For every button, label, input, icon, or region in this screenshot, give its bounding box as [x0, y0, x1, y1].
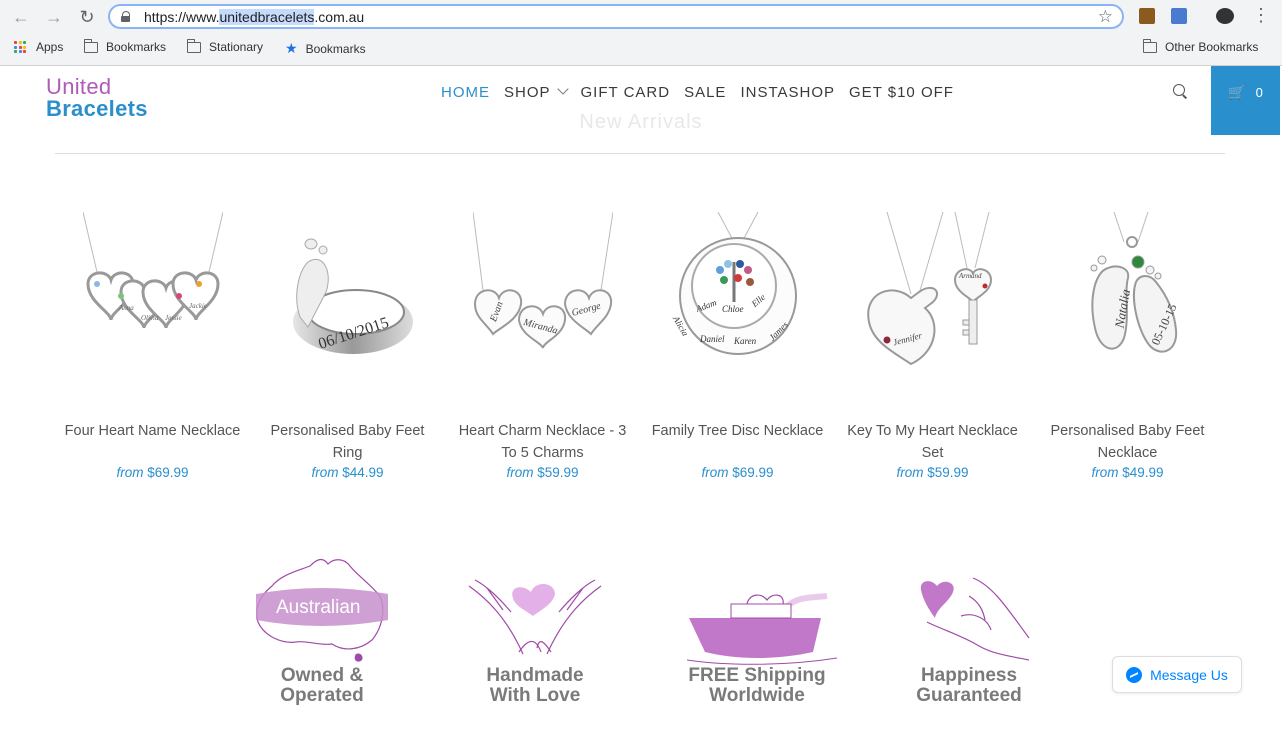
australia-map-icon: Australian	[252, 556, 392, 666]
product-name[interactable]: Heart Charm Necklace - 3 To 5 Charms	[445, 420, 640, 464]
product-card[interactable]: Anna Olivia Jessie Jackie Four Heart Nam…	[55, 211, 250, 480]
folder-icon	[186, 38, 201, 53]
product-image[interactable]: Jennifer Armand	[863, 211, 1003, 380]
search-icon[interactable]	[1173, 84, 1187, 98]
svg-text:Jessie: Jessie	[165, 314, 182, 322]
folder-icon	[1142, 38, 1157, 53]
product-name[interactable]: Family Tree Disc Necklace	[640, 420, 835, 464]
product-image[interactable]: 06/10/2015	[278, 212, 418, 380]
browser-chrome: ← → ↻ https://www.unitedbracelets.com.au…	[0, 0, 1282, 66]
svg-text:Daniel: Daniel	[699, 334, 725, 344]
message-us-button[interactable]: Message Us	[1112, 656, 1242, 693]
cart-icon: 🛒	[1228, 84, 1246, 100]
browser-toolbar: ← → ↻ https://www.unitedbracelets.com.au…	[0, 0, 1282, 33]
bookmark-folder[interactable]: Bookmarks	[83, 38, 166, 54]
product-image[interactable]: Evan Miranda George	[472, 211, 613, 380]
product-price: from $69.99	[701, 465, 774, 480]
product-card[interactable]: Jennifer Armand Key To My Heart Necklace…	[835, 211, 1030, 480]
feature-handmade: Handmade With Love	[463, 556, 607, 706]
folder-icon	[83, 38, 98, 53]
back-arrow-icon[interactable]: ←	[9, 5, 33, 29]
product-name[interactable]: Four Heart Name Necklace	[55, 420, 250, 464]
product-name[interactable]: Personalised Baby Feet Ring	[250, 420, 445, 464]
nav-get-10-off[interactable]: GET $10 OFF	[849, 84, 954, 101]
product-image[interactable]: Natalia 05-10-15	[1058, 211, 1198, 380]
browser-menu-icon[interactable]: ⋮	[1252, 6, 1270, 24]
lock-icon	[120, 10, 132, 23]
svg-text:Karen: Karen	[733, 336, 757, 346]
main-nav: HOME SHOP GIFT CARD SALE INSTASHOP GET $…	[441, 83, 968, 101]
nav-shop[interactable]: SHOP	[504, 83, 569, 101]
product-price: from $44.99	[311, 465, 384, 480]
product-name[interactable]: Key To My Heart Necklace Set	[835, 420, 1030, 464]
messenger-icon	[1126, 666, 1143, 683]
product-name[interactable]: Personalised Baby Feet Necklace	[1030, 420, 1225, 464]
product-image[interactable]: Anna Olivia Jessie Jackie	[82, 211, 223, 380]
svg-text:Chloe: Chloe	[722, 304, 744, 314]
product-card[interactable]: Adam Chloe Elle Alicia Daniel Karen Jame…	[640, 211, 835, 480]
apps-grid-icon	[14, 41, 26, 53]
nav-home[interactable]: HOME	[441, 84, 490, 101]
bookmarks-bar: Apps Bookmarks Stationary ★ Bookmarks Ot…	[0, 37, 1282, 59]
reload-icon[interactable]: ↻	[75, 5, 99, 29]
section-divider	[55, 153, 1225, 154]
svg-text:Jackie: Jackie	[189, 302, 207, 310]
svg-text:Anna: Anna	[118, 304, 134, 312]
product-price: from $69.99	[116, 465, 189, 480]
product-price: from $59.99	[896, 465, 969, 480]
address-bar[interactable]: https://www.unitedbracelets.com.au ☆	[108, 4, 1124, 29]
extension-icon[interactable]	[1139, 8, 1155, 24]
feature-happiness: Happiness Guaranteed	[906, 556, 1032, 706]
url-text[interactable]: https://www.unitedbracelets.com.au	[144, 8, 364, 25]
bookmark-apps[interactable]: Apps	[14, 40, 63, 54]
translate-extension-icon[interactable]	[1171, 8, 1187, 24]
svg-text:Olivia: Olivia	[141, 314, 159, 322]
profile-avatar-icon[interactable]	[1216, 8, 1234, 24]
product-card[interactable]: Natalia 05-10-15 Personalised Baby Feet …	[1030, 211, 1225, 480]
bookmark-star-icon[interactable]: ☆	[1098, 7, 1113, 27]
product-price: from $59.99	[506, 465, 579, 480]
nav-gift-card[interactable]: GIFT CARD	[581, 84, 671, 101]
hands-heart-icon	[465, 556, 605, 666]
product-price: from $49.99	[1091, 465, 1164, 480]
bookmark-starred[interactable]: ★ Bookmarks	[285, 40, 366, 57]
feature-free-shipping: FREE Shipping Worldwide	[682, 556, 838, 706]
section-title: New Arrivals	[579, 111, 703, 133]
other-bookmarks[interactable]: Other Bookmarks	[1142, 38, 1258, 54]
bookmark-folder-stationary[interactable]: Stationary	[186, 38, 263, 54]
hand-heart-icon	[906, 556, 1046, 666]
cart-count: 0	[1255, 85, 1263, 100]
nav-sale[interactable]: SALE	[684, 84, 726, 101]
product-card[interactable]: 06/10/2015 Personalised Baby Feet Ring f…	[250, 212, 445, 480]
star-icon: ★	[285, 40, 298, 56]
ship-icon	[686, 556, 838, 666]
svg-text:Armand: Armand	[958, 272, 982, 280]
chevron-down-icon	[556, 83, 569, 95]
product-image[interactable]: Adam Chloe Elle Alicia Daniel Karen Jame…	[668, 211, 808, 380]
forward-arrow-icon[interactable]: →	[42, 5, 66, 29]
product-card[interactable]: Evan Miranda George Heart Charm Necklace…	[445, 211, 640, 480]
svg-text:Australian: Australian	[276, 597, 361, 618]
nav-instashop[interactable]: INSTASHOP	[740, 84, 835, 101]
product-grid: Anna Olivia Jessie Jackie Four Heart Nam…	[55, 211, 1225, 480]
feature-australian: Australian Owned & Operated	[252, 556, 392, 706]
